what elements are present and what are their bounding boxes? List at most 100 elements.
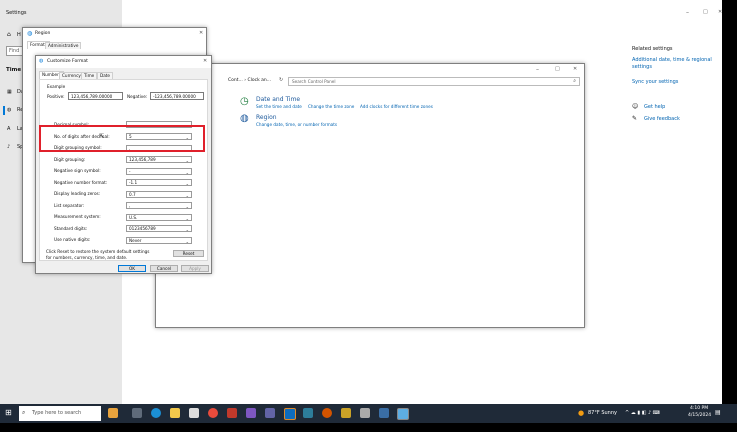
- negative-sign-value: -: [129, 169, 131, 174]
- app-icon[interactable]: [246, 408, 256, 418]
- tab-date-label: Date: [100, 73, 111, 78]
- reset-button[interactable]: Reset: [173, 250, 204, 257]
- chevron-down-icon: ⌄: [185, 204, 189, 209]
- tab-time[interactable]: Time: [81, 72, 98, 79]
- change-time-zone-link[interactable]: Change the time zone: [308, 104, 354, 109]
- task-view-icon[interactable]: [132, 408, 142, 418]
- example-label: Example: [47, 84, 66, 89]
- home-icon[interactable]: ⌂: [7, 32, 11, 38]
- file-explorer-icon[interactable]: [170, 408, 180, 418]
- tab-date[interactable]: Date: [97, 72, 114, 79]
- leading-zeros-select[interactable]: 0.7 ⌄: [126, 191, 192, 198]
- selected-indicator: [3, 106, 5, 115]
- system-tray-icons[interactable]: ^ ☁ ▮ ◧ ♪ ⌨: [625, 411, 660, 416]
- chevron-down-icon: ⌄: [185, 227, 189, 232]
- negative-example: -123,456,789.00000: [150, 92, 204, 100]
- date-time-category[interactable]: Date and Time: [256, 97, 300, 103]
- tab-time-label: Time: [84, 73, 95, 78]
- standard-digits-value: 0123456789: [129, 226, 156, 231]
- chevron-down-icon: ⌄: [185, 158, 189, 163]
- settings-gear-icon[interactable]: [360, 408, 370, 418]
- cp-close-icon[interactable]: ✕: [573, 67, 577, 72]
- maximize-icon[interactable]: □: [703, 10, 708, 15]
- app-icon[interactable]: [303, 408, 313, 418]
- tab-administrative-label: Administrative: [48, 43, 79, 48]
- app-icon[interactable]: [108, 408, 118, 418]
- help-icon: ☺: [632, 103, 639, 110]
- outlook-icon[interactable]: [284, 408, 296, 420]
- store-icon[interactable]: [189, 408, 199, 418]
- edge-icon[interactable]: [151, 408, 161, 418]
- measurement-system-value: U.S.: [129, 215, 138, 220]
- add-clocks-link[interactable]: Add clocks for different time zones: [360, 104, 433, 109]
- set-time-link[interactable]: Set the time and date: [256, 104, 302, 109]
- microphone-icon: ♪: [7, 144, 11, 150]
- region-category[interactable]: Region: [256, 115, 277, 121]
- refresh-icon[interactable]: ↻: [279, 78, 283, 83]
- cp-minimize-icon[interactable]: –: [536, 67, 539, 73]
- native-digits-select[interactable]: Never ⌄: [126, 237, 192, 244]
- sync-settings-link[interactable]: Sync your settings: [632, 80, 678, 85]
- clock-time[interactable]: 4:10 PM: [690, 406, 708, 412]
- close-icon[interactable]: ✕: [718, 10, 722, 15]
- mouse-cursor-icon: ⇱: [99, 133, 105, 140]
- tab-currency-label: Currency: [62, 73, 81, 78]
- positive-label: Positive:: [47, 94, 65, 99]
- region-close-icon[interactable]: ✕: [199, 31, 203, 36]
- chevron-down-icon: ⌄: [185, 239, 189, 244]
- negative-sign-label: Negative sign symbol:: [54, 168, 101, 173]
- dialog-close-icon[interactable]: ✕: [203, 59, 207, 64]
- control-panel-window: – □ ✕ Cont... › Clock an... ↻ Search Con…: [155, 63, 585, 328]
- related-settings-title: Related settings: [632, 46, 673, 52]
- digit-grouping-select[interactable]: 123,456,789 ⌄: [126, 156, 192, 163]
- weather-text[interactable]: 87°F Sunny: [588, 411, 617, 416]
- cp-breadcrumb[interactable]: Cont... › Clock an...: [228, 78, 271, 84]
- settings-title: Settings: [6, 10, 27, 16]
- negative-sign-select[interactable]: - ⌄: [126, 168, 192, 175]
- chrome-icon[interactable]: [208, 408, 218, 418]
- teams-icon[interactable]: [265, 408, 275, 418]
- clock-date[interactable]: 4/15/2024: [688, 413, 711, 419]
- weather-icon: ●: [578, 409, 585, 417]
- list-separator-value: ,: [129, 203, 131, 208]
- globe-icon: ◍: [7, 107, 12, 113]
- change-formats-link[interactable]: Change date, time, or number formats: [256, 122, 337, 127]
- digit-grouping-value: 123,456,789: [129, 157, 156, 162]
- cp-search-placeholder: Search Control Panel: [292, 79, 336, 84]
- app-icon[interactable]: [227, 408, 237, 418]
- tab-administrative[interactable]: Administrative: [45, 42, 82, 49]
- give-feedback-link[interactable]: Give feedback: [644, 117, 680, 122]
- negative-label: Negative:: [127, 94, 148, 99]
- minimize-icon[interactable]: –: [686, 10, 689, 16]
- list-separator-label: List separator:: [54, 203, 85, 208]
- app-icon[interactable]: [322, 408, 332, 418]
- positive-example: 123,456,789.00000: [68, 92, 123, 100]
- list-separator-select[interactable]: , ⌄: [126, 202, 192, 209]
- reset-note: Click Reset to restore the system defaul…: [46, 249, 150, 260]
- sidebar-item-home[interactable]: H: [17, 33, 21, 38]
- get-help-link[interactable]: Get help: [644, 105, 665, 110]
- cp-maximize-icon[interactable]: □: [555, 67, 560, 72]
- app-icon[interactable]: [341, 408, 351, 418]
- additional-settings-link[interactable]: Additional date, time & regional setting…: [632, 57, 718, 71]
- settings-search-placeholder: Find: [9, 48, 20, 54]
- search-icon: ⌕: [573, 78, 576, 84]
- measurement-system-select[interactable]: U.S. ⌄: [126, 214, 192, 221]
- app-icon[interactable]: [379, 408, 389, 418]
- control-panel-icon[interactable]: [397, 408, 409, 420]
- windows-start-icon[interactable]: ⊞: [5, 409, 12, 417]
- standard-digits-select[interactable]: 0123456789 ⌄: [126, 225, 192, 232]
- taskbar-search[interactable]: ⌕ Type here to search: [19, 406, 101, 421]
- cp-search-input[interactable]: Search Control Panel ⌕: [288, 77, 580, 86]
- negative-number-format-select[interactable]: -1.1 ⌄: [126, 179, 192, 186]
- clock-icon: ◷: [240, 96, 249, 107]
- cancel-button[interactable]: Cancel: [150, 265, 178, 272]
- apply-button[interactable]: Apply: [181, 265, 209, 272]
- chevron-down-icon: ⌄: [185, 181, 189, 186]
- notification-icon[interactable]: ▤: [715, 410, 721, 416]
- standard-digits-label: Standard digits:: [54, 226, 88, 231]
- numbers-panel: Example Positive: 123,456,789.00000 Nega…: [39, 79, 208, 261]
- native-digits-value: Never: [129, 238, 142, 243]
- taskbar: ⊞ ⌕ Type here to search ● 87°F Sunny ^ ☁…: [0, 404, 737, 423]
- ok-button[interactable]: OK: [118, 265, 146, 272]
